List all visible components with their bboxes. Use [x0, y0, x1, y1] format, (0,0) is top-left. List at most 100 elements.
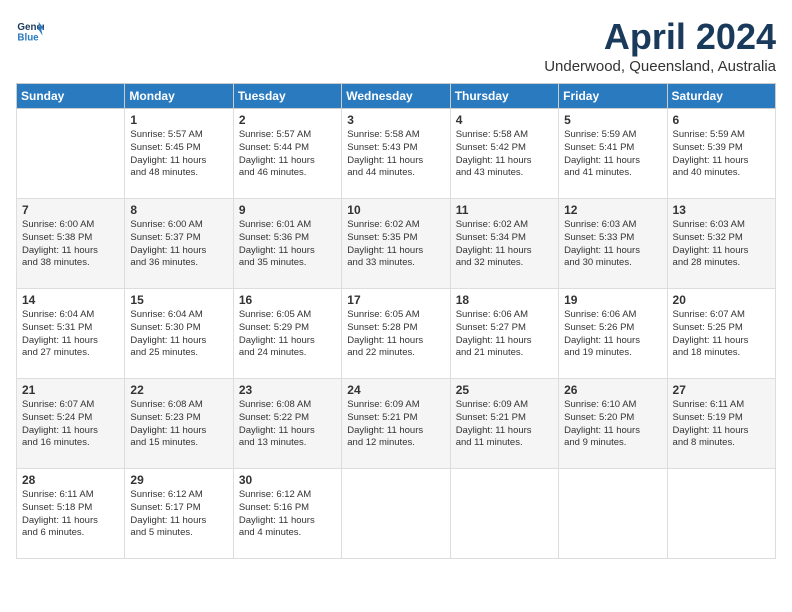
- cell-info: Sunrise: 5:57 AM Sunset: 5:44 PM Dayligh…: [239, 129, 336, 180]
- day-number: 7: [22, 203, 119, 217]
- cell-info: Sunrise: 6:09 AM Sunset: 5:21 PM Dayligh…: [347, 399, 444, 450]
- calendar-week-row: 7Sunrise: 6:00 AM Sunset: 5:38 PM Daylig…: [17, 199, 776, 289]
- calendar-cell: 20 Sunrise: 6:07 AM Sunset: 5:25 PM Dayli…: [667, 289, 775, 379]
- day-number: 29: [130, 473, 227, 487]
- day-number: 28: [22, 473, 119, 487]
- calendar-week-row: 28 Sunrise: 6:11 AM Sunset: 5:18 PM Dayli…: [17, 469, 776, 559]
- calendar-cell: 27 Sunrise: 6:11 AM Sunset: 5:19 PM Dayli…: [667, 379, 775, 469]
- cell-info: Sunrise: 5:59 AM Sunset: 5:41 PM Dayligh…: [564, 129, 661, 180]
- calendar-cell: 28 Sunrise: 6:11 AM Sunset: 5:18 PM Dayli…: [17, 469, 125, 559]
- calendar-cell: [559, 469, 667, 559]
- day-number: 9: [239, 203, 336, 217]
- weekday-header: Wednesday: [342, 84, 450, 109]
- cell-info: Sunrise: 6:05 AM Sunset: 5:29 PM Dayligh…: [239, 309, 336, 360]
- weekday-header: Tuesday: [233, 84, 341, 109]
- location-title: Underwood, Queensland, Australia: [544, 58, 776, 75]
- calendar-cell: [667, 469, 775, 559]
- day-number: 19: [564, 293, 661, 307]
- calendar-week-row: 21Sunrise: 6:07 AM Sunset: 5:24 PM Dayli…: [17, 379, 776, 469]
- calendar-cell: 13 Sunrise: 6:03 AM Sunset: 5:32 PM Dayli…: [667, 199, 775, 289]
- calendar-cell: [450, 469, 558, 559]
- month-title: April 2024: [544, 16, 776, 58]
- weekday-header: Thursday: [450, 84, 558, 109]
- day-number: 17: [347, 293, 444, 307]
- day-number: 5: [564, 113, 661, 127]
- calendar-cell: 1Sunrise: 5:57 AM Sunset: 5:45 PM Daylig…: [125, 109, 233, 199]
- cell-info: Sunrise: 6:03 AM Sunset: 5:32 PM Dayligh…: [673, 219, 770, 270]
- calendar-cell: 2Sunrise: 5:57 AM Sunset: 5:44 PM Daylig…: [233, 109, 341, 199]
- calendar-cell: 22 Sunrise: 6:08 AM Sunset: 5:23 PM Dayli…: [125, 379, 233, 469]
- calendar-cell: 11 Sunrise: 6:02 AM Sunset: 5:34 PM Dayli…: [450, 199, 558, 289]
- cell-info: Sunrise: 6:11 AM Sunset: 5:18 PM Dayligh…: [22, 489, 119, 540]
- cell-info: Sunrise: 6:05 AM Sunset: 5:28 PM Dayligh…: [347, 309, 444, 360]
- logo-icon: General Blue: [16, 16, 44, 44]
- cell-info: Sunrise: 6:04 AM Sunset: 5:30 PM Dayligh…: [130, 309, 227, 360]
- calendar-cell: 4 Sunrise: 5:58 AM Sunset: 5:42 PM Daylig…: [450, 109, 558, 199]
- day-number: 14: [22, 293, 119, 307]
- calendar-cell: 15 Sunrise: 6:04 AM Sunset: 5:30 PM Dayli…: [125, 289, 233, 379]
- day-number: 22: [130, 383, 227, 397]
- cell-info: Sunrise: 6:02 AM Sunset: 5:34 PM Dayligh…: [456, 219, 553, 270]
- cell-info: Sunrise: 6:07 AM Sunset: 5:25 PM Dayligh…: [673, 309, 770, 360]
- calendar-cell: 14 Sunrise: 6:04 AM Sunset: 5:31 PM Dayli…: [17, 289, 125, 379]
- cell-info: Sunrise: 6:11 AM Sunset: 5:19 PM Dayligh…: [673, 399, 770, 450]
- cell-info: Sunrise: 6:02 AM Sunset: 5:35 PM Dayligh…: [347, 219, 444, 270]
- calendar-cell: 10 Sunrise: 6:02 AM Sunset: 5:35 PM Dayli…: [342, 199, 450, 289]
- calendar-cell: 8Sunrise: 6:00 AM Sunset: 5:37 PM Daylig…: [125, 199, 233, 289]
- calendar-week-row: 1Sunrise: 5:57 AM Sunset: 5:45 PM Daylig…: [17, 109, 776, 199]
- day-number: 4: [456, 113, 553, 127]
- calendar-cell: 3Sunrise: 5:58 AM Sunset: 5:43 PM Daylig…: [342, 109, 450, 199]
- day-number: 16: [239, 293, 336, 307]
- calendar-cell: 21Sunrise: 6:07 AM Sunset: 5:24 PM Dayli…: [17, 379, 125, 469]
- day-number: 21: [22, 383, 119, 397]
- calendar-table: SundayMondayTuesdayWednesdayThursdayFrid…: [16, 83, 776, 559]
- day-number: 23: [239, 383, 336, 397]
- cell-info: Sunrise: 6:08 AM Sunset: 5:23 PM Dayligh…: [130, 399, 227, 450]
- calendar-cell: 30Sunrise: 6:12 AM Sunset: 5:16 PM Dayli…: [233, 469, 341, 559]
- cell-info: Sunrise: 6:09 AM Sunset: 5:21 PM Dayligh…: [456, 399, 553, 450]
- calendar-cell: 24 Sunrise: 6:09 AM Sunset: 5:21 PM Dayli…: [342, 379, 450, 469]
- calendar-cell: 6Sunrise: 5:59 AM Sunset: 5:39 PM Daylig…: [667, 109, 775, 199]
- calendar-body: 1Sunrise: 5:57 AM Sunset: 5:45 PM Daylig…: [17, 109, 776, 559]
- calendar-cell: 5 Sunrise: 5:59 AM Sunset: 5:41 PM Daylig…: [559, 109, 667, 199]
- calendar-cell: 18 Sunrise: 6:06 AM Sunset: 5:27 PM Dayli…: [450, 289, 558, 379]
- title-area: April 2024 Underwood, Queensland, Austra…: [544, 16, 776, 75]
- day-number: 20: [673, 293, 770, 307]
- day-number: 3: [347, 113, 444, 127]
- weekday-header-row: SundayMondayTuesdayWednesdayThursdayFrid…: [17, 84, 776, 109]
- calendar-cell: 9Sunrise: 6:01 AM Sunset: 5:36 PM Daylig…: [233, 199, 341, 289]
- calendar-cell: 7Sunrise: 6:00 AM Sunset: 5:38 PM Daylig…: [17, 199, 125, 289]
- logo: General Blue: [16, 16, 44, 44]
- day-number: 15: [130, 293, 227, 307]
- cell-info: Sunrise: 5:58 AM Sunset: 5:42 PM Dayligh…: [456, 129, 553, 180]
- cell-info: Sunrise: 6:06 AM Sunset: 5:26 PM Dayligh…: [564, 309, 661, 360]
- calendar-cell: [17, 109, 125, 199]
- day-number: 11: [456, 203, 553, 217]
- calendar-cell: 23 Sunrise: 6:08 AM Sunset: 5:22 PM Dayli…: [233, 379, 341, 469]
- calendar-cell: [342, 469, 450, 559]
- page-header: General Blue April 2024 Underwood, Queen…: [16, 16, 776, 75]
- day-number: 18: [456, 293, 553, 307]
- day-number: 27: [673, 383, 770, 397]
- day-number: 10: [347, 203, 444, 217]
- day-number: 24: [347, 383, 444, 397]
- weekday-header: Monday: [125, 84, 233, 109]
- calendar-cell: 17 Sunrise: 6:05 AM Sunset: 5:28 PM Dayli…: [342, 289, 450, 379]
- calendar-cell: 16 Sunrise: 6:05 AM Sunset: 5:29 PM Dayli…: [233, 289, 341, 379]
- cell-info: Sunrise: 6:12 AM Sunset: 5:16 PM Dayligh…: [239, 489, 336, 540]
- cell-info: Sunrise: 5:57 AM Sunset: 5:45 PM Dayligh…: [130, 129, 227, 180]
- svg-text:Blue: Blue: [17, 33, 39, 44]
- day-number: 26: [564, 383, 661, 397]
- weekday-header: Friday: [559, 84, 667, 109]
- cell-info: Sunrise: 6:04 AM Sunset: 5:31 PM Dayligh…: [22, 309, 119, 360]
- day-number: 25: [456, 383, 553, 397]
- day-number: 12: [564, 203, 661, 217]
- cell-info: Sunrise: 6:06 AM Sunset: 5:27 PM Dayligh…: [456, 309, 553, 360]
- cell-info: Sunrise: 6:10 AM Sunset: 5:20 PM Dayligh…: [564, 399, 661, 450]
- cell-info: Sunrise: 6:08 AM Sunset: 5:22 PM Dayligh…: [239, 399, 336, 450]
- day-number: 13: [673, 203, 770, 217]
- calendar-cell: 29Sunrise: 6:12 AM Sunset: 5:17 PM Dayli…: [125, 469, 233, 559]
- cell-info: Sunrise: 6:03 AM Sunset: 5:33 PM Dayligh…: [564, 219, 661, 270]
- calendar-cell: 12 Sunrise: 6:03 AM Sunset: 5:33 PM Dayli…: [559, 199, 667, 289]
- calendar-cell: 25 Sunrise: 6:09 AM Sunset: 5:21 PM Dayli…: [450, 379, 558, 469]
